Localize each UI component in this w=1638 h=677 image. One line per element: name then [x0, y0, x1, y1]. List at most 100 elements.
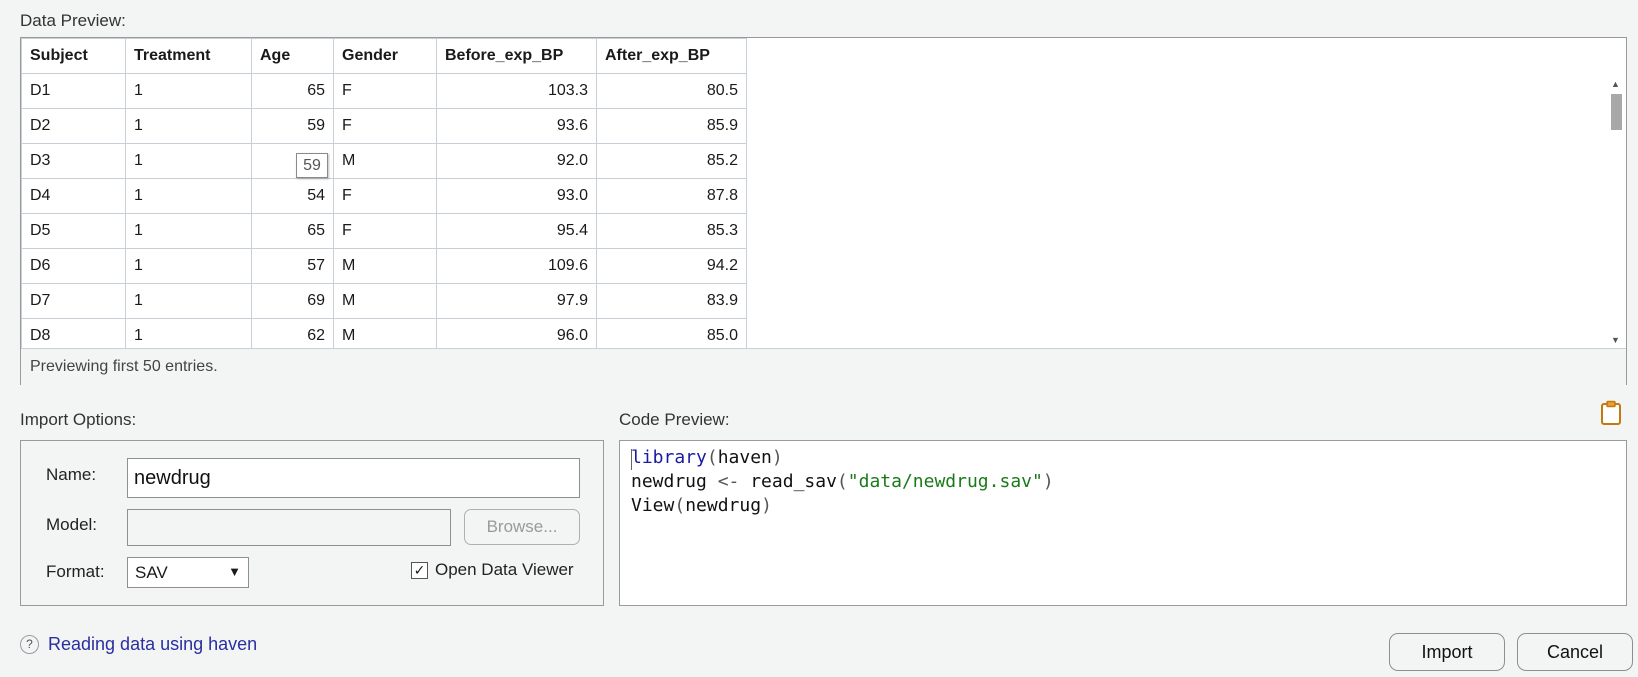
table-cell[interactable]: 59	[251, 108, 334, 144]
table-cell[interactable]: D6	[21, 248, 126, 284]
help-link[interactable]: Reading data using haven	[48, 634, 257, 655]
table-cell[interactable]: 65	[251, 213, 334, 249]
table-row: D2 1 59 F 93.6 85.9	[21, 108, 747, 144]
table-cell[interactable]: F	[333, 108, 437, 144]
table-cell[interactable]: 87.8	[596, 178, 747, 214]
scrollbar-thumb[interactable]	[1611, 94, 1622, 130]
table-cell[interactable]: 80.5	[596, 73, 747, 109]
table-cell[interactable]: 57	[251, 248, 334, 284]
column-header[interactable]: After_exp_BP	[596, 38, 747, 74]
browse-button[interactable]: Browse...	[464, 509, 580, 545]
data-grid-viewport[interactable]: Subject Treatment Age Gender Before_exp_BP Af…	[21, 38, 749, 348]
table-cell[interactable]: F	[333, 178, 437, 214]
code-string: "data/newdrug.sav"	[847, 471, 1043, 492]
scroll-down-arrow-icon[interactable]: ▼	[1611, 335, 1620, 345]
table-cell[interactable]: 83.9	[596, 283, 747, 319]
question-circle-icon[interactable]: ?	[20, 635, 39, 654]
table-cell[interactable]: 94.2	[596, 248, 747, 284]
import-options-panel: Name: Model: Browse... Format: SAV ▼ ✓ O…	[20, 440, 604, 606]
code-line-1: library(haven)	[631, 447, 783, 468]
table-row: D6 1 57 M 109.6 94.2	[21, 248, 747, 284]
code-preview-label: Code Preview:	[619, 410, 730, 429]
table-cell[interactable]: 92.0	[436, 143, 597, 179]
table-cell[interactable]: D3	[21, 143, 126, 179]
table-cell[interactable]: 62	[251, 318, 334, 348]
table-cell[interactable]: F	[333, 73, 437, 109]
table-cell[interactable]: 1	[125, 283, 252, 319]
format-selected-value: SAV	[135, 563, 168, 582]
model-input[interactable]	[127, 509, 451, 546]
table-cell[interactable]: F	[333, 213, 437, 249]
table-cell[interactable]: 85.0	[596, 318, 747, 348]
table-row: D8 1 62 M 96.0 85.0	[21, 318, 747, 348]
table-cell[interactable]: 1	[125, 108, 252, 144]
table-row: D7 1 69 M 97.9 83.9	[21, 283, 747, 319]
table-cell[interactable]: 1	[125, 178, 252, 214]
table-cell[interactable]: M	[333, 318, 437, 348]
table-cell[interactable]: 93.0	[436, 178, 597, 214]
code-function: read_sav	[750, 471, 837, 492]
table-row: D1 1 65 F 103.3 80.5	[21, 73, 747, 109]
table-cell[interactable]: 69	[251, 283, 334, 319]
column-header[interactable]: Gender	[333, 38, 437, 74]
vertical-scrollbar[interactable]: ▲ ▼	[1608, 79, 1624, 345]
format-select[interactable]: SAV ▼	[127, 557, 249, 588]
model-label: Model:	[46, 515, 98, 534]
data-preview-label: Data Preview:	[20, 11, 126, 30]
table-cell[interactable]: M	[333, 143, 437, 179]
table-cell[interactable]: 85.9	[596, 108, 747, 144]
cancel-button[interactable]: Cancel	[1517, 633, 1633, 671]
table-cell[interactable]: D1	[21, 73, 126, 109]
code-assign: <-	[706, 471, 751, 492]
table-cell[interactable]: D5	[21, 213, 126, 249]
open-data-viewer-label[interactable]: Open Data Viewer	[435, 560, 574, 580]
column-header[interactable]: Before_exp_BP	[436, 38, 597, 74]
table-cell[interactable]: 1	[125, 73, 252, 109]
code-paren: )	[771, 447, 783, 468]
table-cell[interactable]: 103.3	[436, 73, 597, 109]
dropdown-caret-icon: ▼	[228, 564, 241, 579]
table-cell[interactable]: D7	[21, 283, 126, 319]
table-row: D5 1 65 F 95.4 85.3	[21, 213, 747, 249]
table-cell[interactable]: D2	[21, 108, 126, 144]
code-line-2: newdrug <- read_sav("data/newdrug.sav")	[631, 471, 1054, 492]
import-button[interactable]: Import	[1389, 633, 1505, 671]
table-cell[interactable]: 95.4	[436, 213, 597, 249]
table-cell[interactable]: 1	[125, 213, 252, 249]
table-cell[interactable]: D8	[21, 318, 126, 348]
column-header[interactable]: Subject	[21, 38, 126, 74]
format-label: Format:	[46, 562, 105, 581]
code-preview-editor[interactable]: library(haven) newdrug <- read_sav("data…	[619, 440, 1627, 606]
data-preview-panel: Subject Treatment Age Gender Before_exp_BP Af…	[20, 37, 1627, 385]
table-cell[interactable]: 85.3	[596, 213, 747, 249]
table-cell[interactable]: M	[333, 248, 437, 284]
table-cell[interactable]: 1	[125, 143, 252, 179]
checkmark-icon: ✓	[413, 562, 426, 578]
open-data-viewer-checkbox[interactable]: ✓	[411, 562, 428, 579]
code-paren: )	[761, 495, 772, 516]
table-cell[interactable]: 65	[251, 73, 334, 109]
table-cell[interactable]: 85.2	[596, 143, 747, 179]
name-input[interactable]	[127, 458, 580, 498]
column-header[interactable]: Age	[251, 38, 334, 74]
cell-tooltip: 59	[296, 153, 328, 178]
table-cell[interactable]: 97.9	[436, 283, 597, 319]
table-cell[interactable]: D4	[21, 178, 126, 214]
table-cell[interactable]: 96.0	[436, 318, 597, 348]
code-paren: (	[706, 447, 718, 468]
data-grid: Subject Treatment Age Gender Before_exp_BP Af…	[21, 38, 747, 348]
name-label: Name:	[46, 465, 97, 484]
table-cell[interactable]: 109.6	[436, 248, 597, 284]
table-cell[interactable]: 1	[125, 248, 252, 284]
code-line-3: View(newdrug)	[631, 495, 772, 516]
table-cell[interactable]: 54	[251, 178, 334, 214]
table-cell[interactable]: 1	[125, 318, 252, 348]
scroll-up-arrow-icon[interactable]: ▲	[1611, 79, 1620, 89]
table-cell[interactable]: M	[333, 283, 437, 319]
column-header[interactable]: Treatment	[125, 38, 252, 74]
preview-footer-text: Previewing first 50 entries.	[30, 358, 218, 375]
preview-footer: Previewing first 50 entries.	[21, 348, 1626, 385]
table-cell[interactable]: 93.6	[436, 108, 597, 144]
code-paren: )	[1042, 471, 1054, 492]
clipboard-icon[interactable]	[1599, 400, 1623, 426]
